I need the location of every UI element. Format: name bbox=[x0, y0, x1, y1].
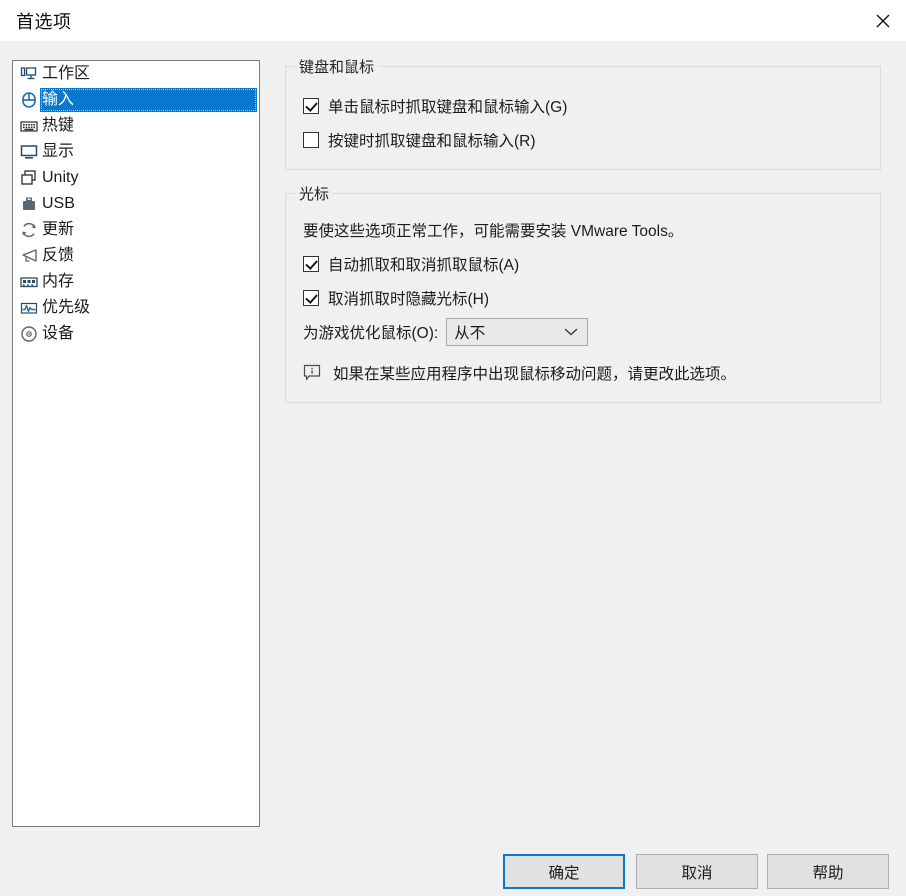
checkbox-label: 单击鼠标时抓取键盘和鼠标输入(G) bbox=[328, 99, 568, 116]
sidebar-item-label: 更新 bbox=[42, 221, 75, 238]
sidebar-item-usb[interactable]: USB bbox=[13, 191, 259, 217]
sidebar-item-label: 内存 bbox=[42, 273, 75, 290]
cursor-note: 要使这些选项正常工作，可能需要安装 VMware Tools。 bbox=[303, 223, 684, 240]
update-icon bbox=[18, 219, 40, 241]
category-list[interactable]: 工作区 输入 热键 显示 Unity USB 更新 反馈 内存 优先级 设备 bbox=[12, 60, 260, 827]
sidebar-item-label: USB bbox=[42, 195, 75, 212]
sidebar-item-label: 工作区 bbox=[42, 65, 91, 82]
sidebar-item-hotkeys[interactable]: 热键 bbox=[13, 113, 259, 139]
close-button[interactable] bbox=[860, 0, 906, 41]
checkbox-grab-on-keypress[interactable]: 按键时抓取键盘和鼠标输入(R) bbox=[303, 129, 536, 151]
sidebar-item-label: 反馈 bbox=[42, 247, 75, 264]
sidebar-item-devices[interactable]: 设备 bbox=[13, 321, 259, 347]
cancel-button[interactable]: 取消 bbox=[636, 854, 758, 889]
sidebar-item-unity[interactable]: Unity bbox=[13, 165, 259, 191]
group-title: 键盘和鼠标 bbox=[295, 56, 379, 77]
sidebar-item-label: 显示 bbox=[42, 143, 75, 160]
checkbox-label: 自动抓取和取消抓取鼠标(A) bbox=[328, 257, 520, 274]
optimize-mouse-row: 为游戏优化鼠标(O): 从不 bbox=[303, 318, 589, 346]
checkbox-box[interactable] bbox=[303, 290, 319, 306]
sidebar-item-label: 输入 bbox=[42, 91, 75, 108]
sidebar-item-memory[interactable]: 内存 bbox=[13, 269, 259, 295]
checkbox-box[interactable] bbox=[303, 98, 319, 114]
ok-button[interactable]: 确定 bbox=[503, 854, 625, 889]
sidebar-item-priority[interactable]: 优先级 bbox=[13, 295, 259, 321]
checkbox-auto-grab-release[interactable]: 自动抓取和取消抓取鼠标(A) bbox=[303, 253, 519, 275]
close-icon bbox=[873, 11, 893, 31]
checkbox-label: 取消抓取时隐藏光标(H) bbox=[328, 291, 490, 308]
workspace-icon bbox=[18, 63, 40, 85]
sidebar-item-workspace[interactable]: 工作区 bbox=[13, 61, 259, 87]
titlebar: 首选项 bbox=[0, 0, 906, 41]
optimize-mouse-label: 为游戏优化鼠标(O): bbox=[303, 325, 439, 342]
checkbox-box[interactable] bbox=[303, 256, 319, 272]
display-icon bbox=[18, 141, 40, 163]
group-keyboard-mouse: 键盘和鼠标 bbox=[285, 56, 881, 170]
memory-icon bbox=[18, 271, 40, 293]
group-title: 光标 bbox=[295, 183, 334, 204]
ok-button-label: 确定 bbox=[548, 864, 580, 882]
checkbox-label: 按键时抓取键盘和鼠标输入(R) bbox=[328, 133, 536, 150]
checkbox-hide-cursor-on-ungrab[interactable]: 取消抓取时隐藏光标(H) bbox=[303, 287, 489, 309]
sidebar-item-display[interactable]: 显示 bbox=[13, 139, 259, 165]
help-button[interactable]: 帮助 bbox=[767, 854, 889, 889]
sidebar-item-label: 设备 bbox=[42, 325, 75, 342]
dropdown-value: 从不 bbox=[454, 325, 486, 342]
priority-icon bbox=[18, 297, 40, 319]
checkbox-box[interactable] bbox=[303, 132, 319, 148]
optimize-mouse-dropdown[interactable]: 从不 bbox=[446, 318, 589, 346]
cancel-button-label: 取消 bbox=[681, 864, 713, 882]
info-text: 如果在某些应用程序中出现鼠标移动问题，请更改此选项。 bbox=[333, 366, 737, 383]
info-bubble-icon bbox=[303, 364, 321, 382]
chevron-down-icon bbox=[564, 328, 578, 337]
sidebar-item-input[interactable]: 输入 bbox=[13, 87, 259, 113]
unity-icon bbox=[18, 167, 40, 189]
sidebar-item-label: 优先级 bbox=[42, 299, 91, 316]
sidebar-item-label: Unity bbox=[42, 169, 79, 186]
usb-icon bbox=[18, 193, 40, 215]
help-button-label: 帮助 bbox=[812, 864, 844, 882]
checkbox-grab-on-click[interactable]: 单击鼠标时抓取键盘和鼠标输入(G) bbox=[303, 95, 567, 117]
device-icon bbox=[18, 323, 40, 345]
cursor-info-note: 如果在某些应用程序中出现鼠标移动问题，请更改此选项。 bbox=[303, 362, 736, 384]
mouse-icon bbox=[18, 89, 40, 111]
feedback-icon bbox=[18, 245, 40, 267]
sidebar-item-label: 热键 bbox=[42, 117, 75, 134]
keyboard-icon bbox=[18, 115, 40, 137]
window-title: 首选项 bbox=[16, 12, 72, 32]
sidebar-item-updates[interactable]: 更新 bbox=[13, 217, 259, 243]
sidebar-item-feedback[interactable]: 反馈 bbox=[13, 243, 259, 269]
